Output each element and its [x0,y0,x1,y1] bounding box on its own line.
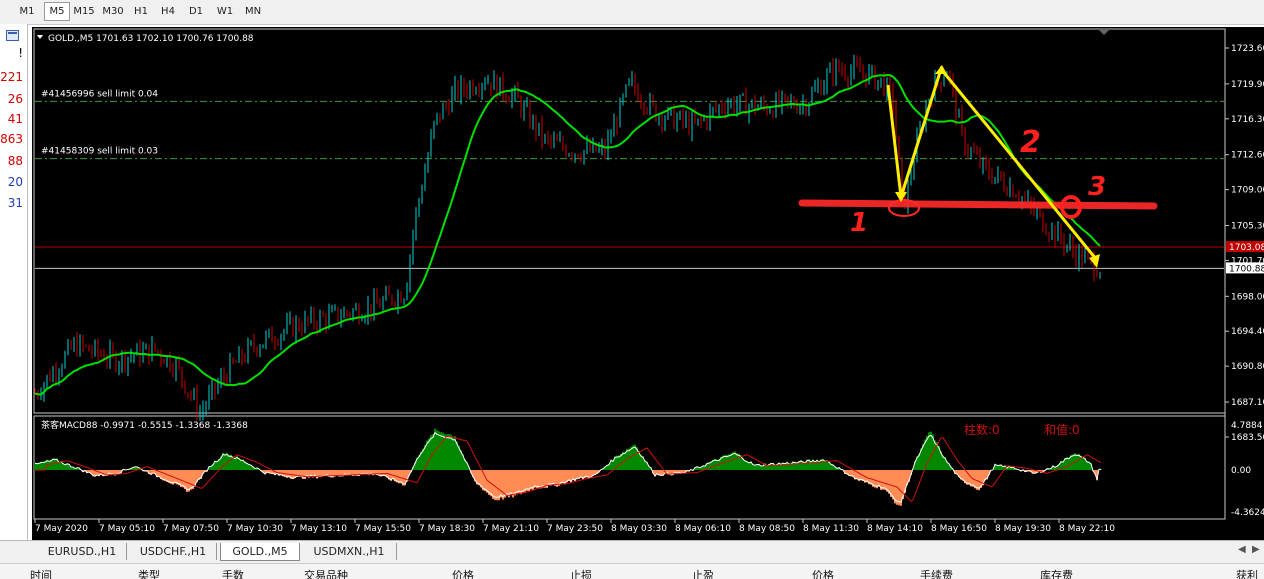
col-swap[interactable]: 库存费 [1040,567,1073,579]
ask-price-label: 1703.08 [1229,243,1264,253]
time-tick-label: 7 May 05:10 [99,524,155,534]
time-tick-label: 8 May 11:30 [803,524,859,534]
col-tp[interactable]: 止盈 [692,567,714,579]
price-pane [33,28,1226,414]
price-tick-label: 1712.60 [1231,151,1264,161]
symbol-tab[interactable]: USDCHF.,H1 [130,543,217,560]
macd-sum: 和值:0 [1044,422,1080,437]
symbol-tab[interactable]: EURUSD.,H1 [38,543,127,560]
market-watch-value[interactable]: 863 [0,132,23,146]
bid-price-label: 1700.88 [1229,264,1264,274]
market-watch-value[interactable]: 26 [8,92,23,106]
order-label: #41458309 sell limit 0.03 [41,147,158,157]
price-tick-label: 1719.90 [1231,80,1264,90]
symbol-tab[interactable]: USDMXN.,H1 [302,543,397,560]
col-lots[interactable]: 手数 [222,567,244,579]
col-commission[interactable]: 手续费 [920,567,953,579]
wave-arrow-path [886,65,1098,260]
col-current-price[interactable]: 价格 [812,567,834,579]
chart-icon [6,30,19,41]
tab-scroll-left-icon[interactable]: ◀ [1238,544,1246,555]
terminal-header-row: 时间 类型 手数 交易品种 价格 止损 止盈 价格 手续费 库存费 获利 [0,563,1264,579]
macd-bar-count: 柱数:0 [964,422,1000,437]
trend-thin-line [940,68,1097,260]
tf-m15[interactable]: M15 [71,3,97,20]
tf-m30[interactable]: M30 [100,3,126,20]
timeframe-toolbar: M1 M5 M15 M30 H1 H4 D1 W1 MN [0,0,1264,25]
price-tick-label: 1709.00 [1231,186,1264,196]
price-tick-label: 1716.30 [1231,115,1264,125]
market-watch-value[interactable]: 88 [8,154,23,168]
arrowhead-icon [935,65,947,74]
time-tick-label: 8 May 06:10 [675,524,731,534]
tf-h1[interactable]: H1 [130,3,152,20]
time-tick-label: 7 May 23:50 [547,524,603,534]
price-tick-label: 1705.30 [1231,222,1264,232]
price-tick-label: 1690.80 [1231,362,1264,372]
price-tick-label: 1683.50 [1231,433,1264,443]
chart-header: GOLD.,M5 1701.63 1702.10 1700.76 1700.88 [48,34,254,44]
time-tick-label: 7 May 21:10 [483,524,539,534]
tf-w1[interactable]: W1 [213,3,237,20]
market-watch-value[interactable]: 31 [8,196,23,210]
macd-label: 茶客MACD88 -0.9971 -0.5515 -1.3368 -1.3368 [41,419,248,431]
time-tick-label: 8 May 03:30 [611,524,667,534]
annotation-label: 2 [1020,125,1041,160]
time-tick-label: 8 May 16:50 [931,524,987,534]
moving-average-line [34,73,1101,396]
macd-tick-label: 0.00 [1231,466,1251,476]
tf-d1[interactable]: D1 [185,3,207,20]
tab-scroll-right-icon[interactable]: ▶ [1252,544,1260,555]
market-watch-strip: ! 221 26 41 863 88 20 31 [0,24,28,540]
time-tick-label: 7 May 10:30 [227,524,283,534]
market-watch-value[interactable]: 41 [8,112,23,126]
annotation-label: 3 [1088,172,1106,202]
time-tick-label: 8 May 14:10 [867,524,923,534]
tf-m5[interactable]: M5 [44,2,70,21]
time-tick-label: 7 May 2020 [35,524,88,534]
market-watch-value[interactable]: 221 [0,70,23,84]
time-tick-label: 7 May 13:10 [291,524,347,534]
macd-tick-label: -4.3624 [1231,508,1264,518]
col-type[interactable]: 类型 [138,567,160,579]
annotation-label: 1 [850,208,868,238]
symbol-tab-active[interactable]: GOLD.,M5 [220,543,300,561]
col-profit[interactable]: 获利 [1236,567,1258,579]
dropdown-icon[interactable] [37,35,43,39]
tf-h4[interactable]: H4 [157,3,179,20]
price-tick-label: 1687.10 [1231,398,1264,408]
price-tick-label: 1698.00 [1231,292,1264,302]
symbol-tabs-bar: EURUSD.,H1 USDCHF.,H1 GOLD.,M5 USDMXN.,H… [0,540,1264,563]
time-tick-label: 8 May 08:50 [739,524,795,534]
col-time[interactable]: 时间 [30,567,52,579]
chart-window[interactable]: GOLD.,M5 1701.63 1702.10 1700.76 1700.88… [32,27,1264,540]
time-tick-label: 7 May 18:30 [419,524,475,534]
col-price[interactable]: 价格 [452,567,474,579]
tf-mn[interactable]: MN [241,3,265,20]
price-tick-label: 1694.40 [1231,327,1264,337]
order-label: #41456996 sell limit 0.04 [41,89,158,99]
market-watch-value[interactable]: ! [18,46,23,60]
time-tick-label: 7 May 15:50 [355,524,411,534]
col-sl[interactable]: 止损 [570,567,592,579]
macd-tick-label: 4.7884 [1231,421,1263,431]
time-tick-label: 7 May 07:50 [163,524,219,534]
time-tick-label: 8 May 22:10 [1059,524,1115,534]
support-line-mark [798,199,1158,210]
tf-m1[interactable]: M1 [14,3,40,20]
shift-marker-icon [1099,30,1109,35]
time-tick-label: 8 May 19:30 [995,524,1051,534]
price-tick-label: 1723.60 [1231,44,1264,54]
col-symbol[interactable]: 交易品种 [304,567,348,579]
market-watch-value[interactable]: 20 [8,175,23,189]
